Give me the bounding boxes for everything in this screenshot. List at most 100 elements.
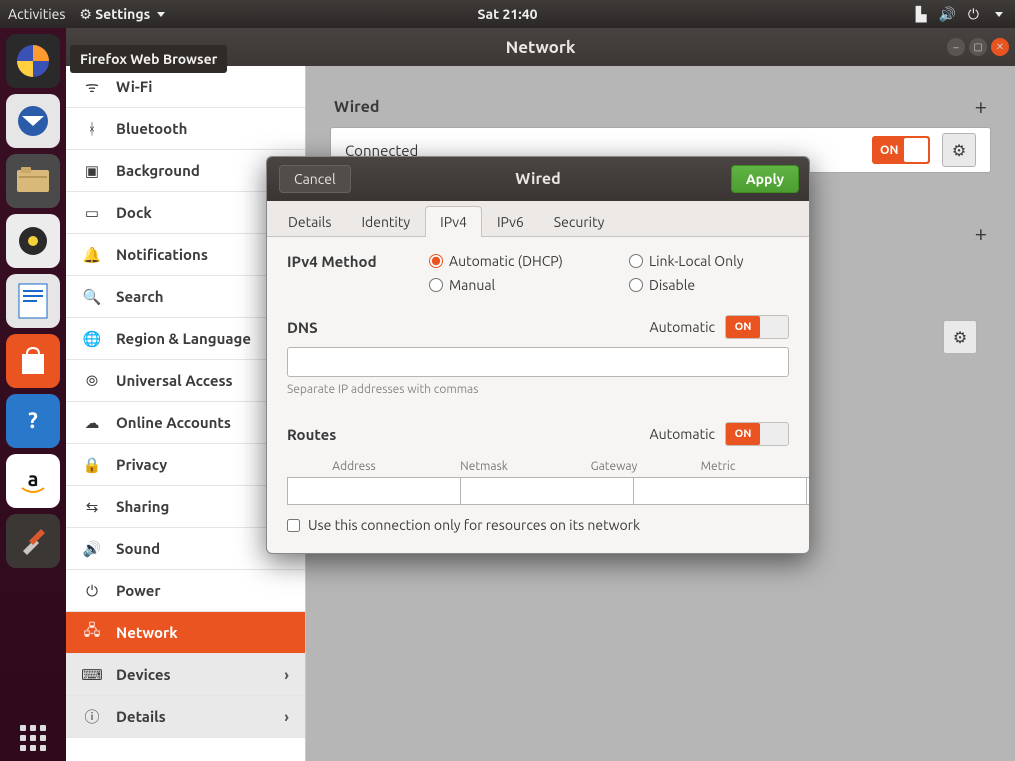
sidebar-item-power[interactable]: ⏻Power bbox=[66, 570, 305, 612]
bell-icon: 🔔 bbox=[82, 246, 102, 264]
route-netmask-input[interactable] bbox=[461, 477, 634, 505]
files-icon bbox=[15, 166, 51, 196]
thunderbird-icon bbox=[14, 102, 52, 140]
chevron-down-icon[interactable] bbox=[995, 12, 1003, 17]
volume-icon[interactable]: 🔊 bbox=[938, 6, 955, 23]
routes-row: ✕ bbox=[287, 477, 789, 505]
devices-icon: ⌨ bbox=[82, 666, 102, 684]
wired-settings-dialog: Cancel Wired Apply Details Identity IPv4… bbox=[266, 156, 810, 554]
clock[interactable]: Sat 21:40 bbox=[477, 6, 537, 22]
sound-icon: 🔊 bbox=[82, 540, 102, 558]
routes-automatic-label: Automatic bbox=[650, 426, 715, 442]
network-status-icon[interactable]: ▙ bbox=[916, 6, 927, 23]
launcher-software[interactable] bbox=[6, 334, 60, 388]
wired-section-heading: Wired bbox=[334, 98, 379, 116]
details-icon: ⓘ bbox=[82, 706, 102, 727]
launcher-thunderbird[interactable] bbox=[6, 94, 60, 148]
launcher-dock: ? a bbox=[0, 28, 66, 761]
ipv4-method-label: IPv4 Method bbox=[287, 253, 413, 293]
activities-button[interactable]: Activities bbox=[8, 6, 65, 22]
dock-icon: ▭ bbox=[82, 204, 102, 222]
launcher-help[interactable]: ? bbox=[6, 394, 60, 448]
dns-automatic-toggle[interactable]: ON bbox=[725, 315, 789, 339]
dialog-title: Wired bbox=[515, 170, 560, 188]
add-wired-button[interactable]: + bbox=[975, 94, 987, 119]
power-icon[interactable]: ⏻ bbox=[968, 6, 979, 23]
proxy-settings-button[interactable]: ⚙ bbox=[943, 320, 977, 354]
tab-details[interactable]: Details bbox=[273, 206, 346, 237]
launcher-tooltip: Firefox Web Browser bbox=[70, 45, 227, 73]
window-maximize-button[interactable]: ▢ bbox=[969, 38, 987, 56]
launcher-firefox[interactable] bbox=[6, 34, 60, 88]
top-panel: Activities ⚙ Settings Sat 21:40 ▙ 🔊 ⏻ bbox=[0, 0, 1015, 28]
app-menu-settings[interactable]: ⚙ Settings bbox=[79, 6, 165, 23]
amazon-icon: a bbox=[18, 466, 48, 496]
settings-title: Network bbox=[506, 38, 576, 57]
network-icon: 🖧 bbox=[82, 620, 102, 645]
routes-automatic-toggle[interactable]: ON bbox=[725, 422, 789, 446]
bluetooth-icon: ᚼ bbox=[82, 120, 102, 137]
launcher-files[interactable] bbox=[6, 154, 60, 208]
tab-ipv6[interactable]: IPv6 bbox=[482, 206, 539, 237]
only-resources-label: Use this connection only for resources o… bbox=[308, 517, 640, 533]
dns-automatic-label: Automatic bbox=[650, 319, 715, 335]
background-icon: ▣ bbox=[82, 162, 102, 180]
window-minimize-button[interactable]: – bbox=[947, 38, 965, 56]
add-vpn-button[interactable]: + bbox=[975, 221, 987, 246]
sidebar-item-network[interactable]: 🖧Network bbox=[66, 612, 305, 654]
routes-col-netmask: Netmask bbox=[419, 460, 549, 473]
routes-col-metric: Metric bbox=[679, 460, 757, 473]
dns-label: DNS bbox=[287, 319, 318, 336]
firefox-icon bbox=[13, 41, 53, 81]
shopping-bag-icon bbox=[16, 344, 50, 378]
gear-icon: ⚙ bbox=[953, 328, 967, 347]
wired-toggle[interactable]: ON bbox=[872, 136, 930, 164]
share-icon: ⇆ bbox=[82, 498, 102, 516]
help-icon: ? bbox=[16, 404, 50, 438]
route-gateway-input[interactable] bbox=[634, 477, 807, 505]
routes-col-gateway: Gateway bbox=[549, 460, 679, 473]
sidebar-item-devices[interactable]: ⌨Devices› bbox=[66, 654, 305, 696]
show-applications-button[interactable] bbox=[20, 725, 46, 751]
tab-identity[interactable]: Identity bbox=[346, 206, 425, 237]
only-resources-checkbox[interactable] bbox=[287, 519, 300, 532]
launcher-rhythmbox[interactable] bbox=[6, 214, 60, 268]
wifi-icon: ᯤ bbox=[82, 77, 102, 97]
wired-settings-button[interactable]: ⚙ bbox=[942, 133, 976, 167]
document-icon bbox=[17, 282, 49, 320]
dialog-headerbar: Cancel Wired Apply bbox=[267, 157, 809, 201]
search-icon: 🔍 bbox=[82, 288, 102, 306]
launcher-settings-tools[interactable] bbox=[6, 514, 60, 568]
dns-input[interactable] bbox=[287, 347, 789, 377]
svg-text:a: a bbox=[28, 467, 39, 490]
ipv4-method-disable[interactable]: Disable bbox=[629, 277, 789, 293]
speaker-icon bbox=[16, 224, 50, 258]
sidebar-item-bluetooth[interactable]: ᚼBluetooth bbox=[66, 108, 305, 150]
dns-hint: Separate IP addresses with commas bbox=[287, 383, 789, 396]
routes-col-address: Address bbox=[289, 460, 419, 473]
ipv4-method-manual[interactable]: Manual bbox=[429, 277, 629, 293]
wrench-screwdriver-icon bbox=[15, 523, 51, 559]
gear-icon: ⚙ bbox=[79, 6, 92, 22]
lock-icon: 🔒 bbox=[82, 456, 102, 474]
ipv4-method-automatic[interactable]: Automatic (DHCP) bbox=[429, 253, 629, 269]
route-metric-input[interactable] bbox=[807, 477, 810, 505]
chevron-right-icon: › bbox=[284, 708, 289, 725]
sidebar-item-details[interactable]: ⓘDetails› bbox=[66, 696, 305, 738]
window-close-button[interactable]: ✕ bbox=[991, 38, 1009, 56]
launcher-writer[interactable] bbox=[6, 274, 60, 328]
apply-button[interactable]: Apply bbox=[731, 165, 799, 193]
globe-icon: 🌐 bbox=[82, 330, 102, 348]
tab-security[interactable]: Security bbox=[539, 206, 620, 237]
routes-label: Routes bbox=[287, 426, 336, 443]
svg-text:?: ? bbox=[28, 408, 38, 433]
gear-icon: ⚙ bbox=[952, 141, 966, 160]
cloud-icon: ☁ bbox=[82, 414, 102, 432]
tab-ipv4[interactable]: IPv4 bbox=[425, 206, 482, 237]
launcher-amazon[interactable]: a bbox=[6, 454, 60, 508]
ipv4-method-linklocal[interactable]: Link-Local Only bbox=[629, 253, 789, 269]
cancel-button[interactable]: Cancel bbox=[279, 165, 351, 193]
power-icon: ⏻ bbox=[82, 582, 102, 600]
route-address-input[interactable] bbox=[287, 477, 461, 505]
dialog-tabs: Details Identity IPv4 IPv6 Security bbox=[267, 201, 809, 237]
